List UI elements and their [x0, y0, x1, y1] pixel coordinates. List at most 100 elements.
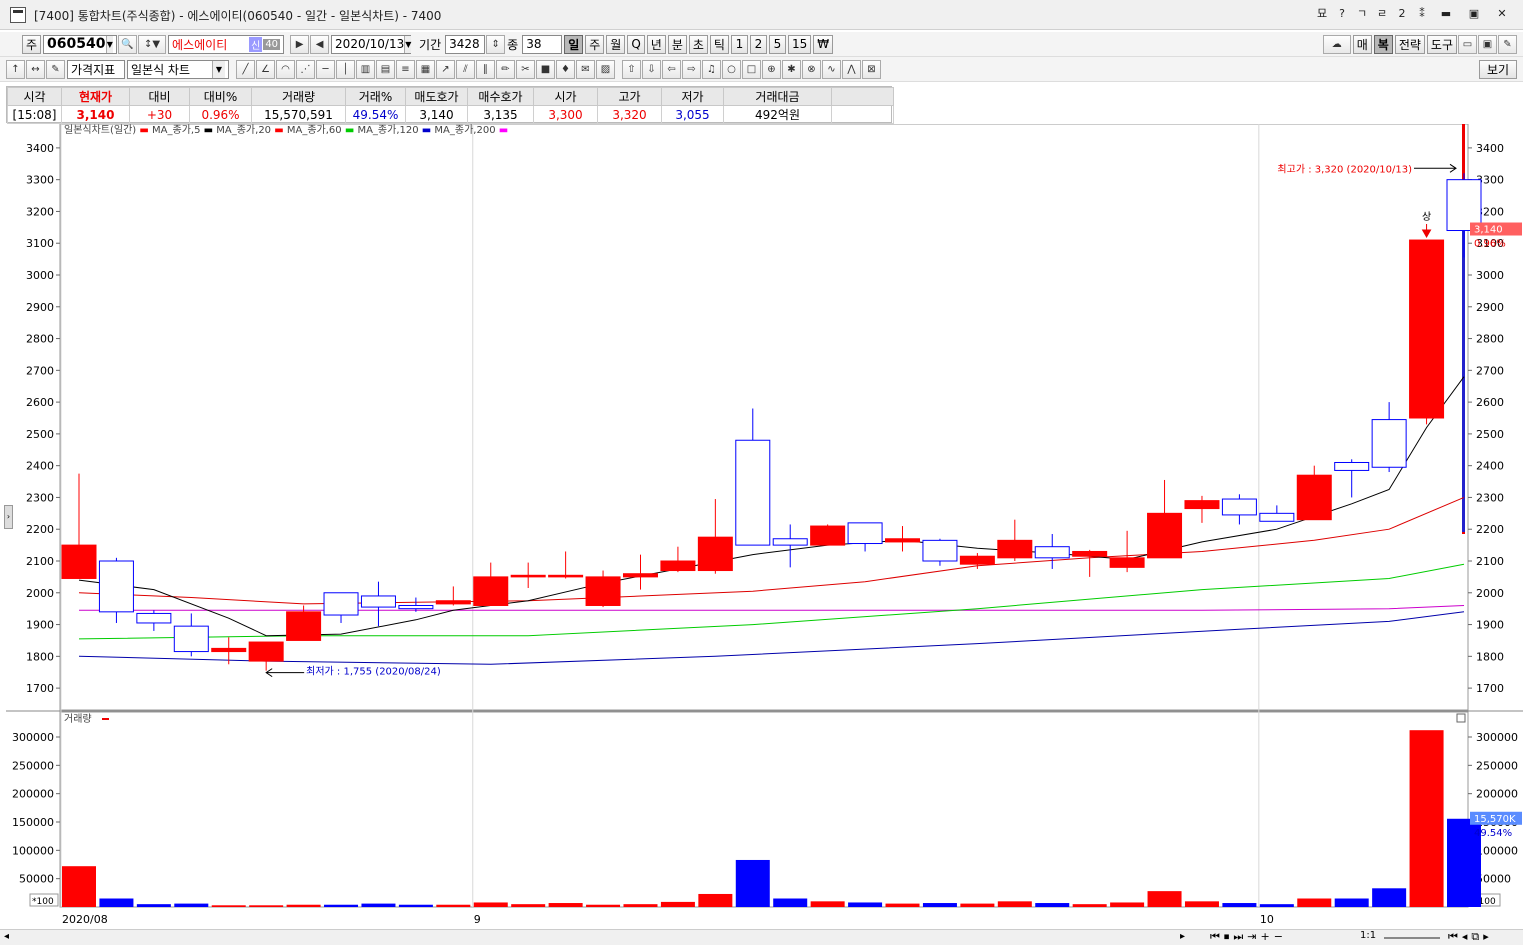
screen-icon[interactable]: ㄹ — [1375, 6, 1389, 22]
target-tool-icon[interactable]: ⊗ — [802, 59, 821, 79]
currency-button[interactable]: ₩ — [813, 34, 834, 54]
help-icon[interactable]: ? — [1335, 6, 1349, 22]
link-icon[interactable]: ㄱ — [1355, 6, 1369, 22]
candle-body[interactable] — [323, 592, 359, 616]
grid-tool-icon[interactable]: ▥ — [356, 59, 375, 79]
volume-bar[interactable] — [735, 859, 770, 907]
color-tool-icon[interactable]: ■ — [536, 59, 555, 79]
period-day-button[interactable]: 일 — [564, 34, 584, 54]
volume-bar[interactable] — [848, 902, 883, 907]
candle-body[interactable] — [885, 538, 921, 543]
wave-tool-icon[interactable]: ∿ — [822, 59, 841, 79]
volume-bar[interactable] — [1035, 903, 1070, 907]
end-controls[interactable]: ⏮◂⧉▸ — [1448, 930, 1493, 944]
music-icon[interactable]: ♫ — [702, 59, 721, 79]
trend-tool-icon[interactable]: ↗ — [436, 59, 455, 79]
candle-body[interactable] — [98, 560, 134, 613]
hline-tool-icon[interactable]: ─ — [316, 59, 335, 79]
volume-bar[interactable] — [1297, 898, 1332, 908]
candle-body[interactable] — [473, 576, 509, 606]
period-tick-button[interactable]: 틱 — [709, 34, 729, 54]
strategy-button[interactable]: 전략 — [1394, 34, 1425, 54]
candle-body[interactable] — [660, 560, 696, 572]
play-left-icon[interactable]: ◀ — [310, 34, 330, 54]
candle-body[interactable] — [959, 555, 995, 565]
volume-bar[interactable] — [698, 893, 733, 907]
stock-name-field[interactable]: 에스에이티 신 40 — [168, 34, 285, 54]
volume-bar[interactable] — [1372, 888, 1407, 907]
period-input[interactable]: 3428 — [445, 34, 486, 54]
buy-button[interactable]: 매 — [1352, 34, 1372, 54]
candle-body[interactable] — [435, 600, 471, 605]
folder-icon[interactable]: ▭ — [1458, 34, 1477, 54]
period-2-button[interactable]: 2 — [749, 34, 767, 54]
table-tool-icon[interactable]: ▤ — [376, 59, 395, 79]
volume-bar[interactable] — [473, 902, 508, 907]
candle-body[interactable] — [1409, 239, 1445, 419]
brush-tool-icon[interactable]: ♦ — [556, 59, 575, 79]
volume-bar[interactable] — [174, 903, 209, 907]
volume-bar[interactable] — [548, 903, 583, 907]
period-minute-button[interactable]: 분 — [667, 34, 687, 54]
candle-body[interactable] — [61, 544, 97, 579]
arrow-right-icon[interactable]: ⇨ — [682, 59, 701, 79]
period-1-button[interactable]: 1 — [730, 34, 748, 54]
scroll-left-icon[interactable]: ◂ — [4, 931, 9, 942]
candle-body[interactable] — [997, 539, 1033, 559]
candle-body[interactable] — [136, 612, 172, 624]
eraser-tool-icon[interactable]: ✂ — [516, 59, 535, 79]
volume-bar[interactable] — [586, 904, 621, 907]
candle-body[interactable] — [1072, 550, 1108, 557]
play-right-icon[interactable]: ▶ — [290, 34, 310, 54]
settings-icon[interactable]: ⁑ — [1415, 6, 1429, 22]
save-icon[interactable]: ▣ — [1478, 34, 1497, 54]
candle-body[interactable] — [810, 525, 846, 546]
fibo-tool-icon[interactable]: ≡ — [396, 59, 415, 79]
maximize-icon[interactable]: ▣ — [1463, 6, 1485, 22]
date-input[interactable]: 2020/10/13 ▼ — [331, 34, 412, 54]
volume-bar[interactable] — [1072, 904, 1107, 907]
volume-bar[interactable] — [922, 903, 957, 907]
volume-bar[interactable] — [1334, 898, 1369, 908]
count-input[interactable]: 38 — [522, 34, 563, 54]
number-icon[interactable]: 2 — [1395, 6, 1409, 22]
candle-body[interactable] — [772, 538, 808, 546]
candle-body[interactable] — [922, 539, 958, 562]
volume-bar[interactable] — [99, 898, 134, 908]
candle-body[interactable] — [286, 611, 322, 641]
zoom-ratio-icon[interactable]: 1:1 — [1360, 930, 1376, 941]
scroll-right-icon[interactable]: ▸ — [1180, 931, 1185, 942]
mountain-tool-icon[interactable]: ⋀ — [842, 59, 861, 79]
volume-bar[interactable] — [398, 904, 433, 907]
volume-bar[interactable] — [1259, 904, 1294, 907]
volume-bar[interactable] — [286, 904, 321, 907]
indicator-select[interactable]: 가격지표 — [67, 59, 125, 79]
candlestick-chart[interactable]: 2020/08 9 10 1700 1700 1800 1800 1900 1900 2000 20… — [6, 124, 1523, 930]
candle-body[interactable] — [1371, 419, 1407, 468]
volume-bar[interactable] — [1409, 730, 1444, 907]
volume-bar[interactable] — [960, 903, 995, 907]
candle-body[interactable] — [1259, 512, 1295, 522]
volume-bar[interactable] — [1222, 903, 1257, 907]
arrow-up-icon[interactable]: ⇧ — [622, 59, 641, 79]
volume-bar[interactable] — [62, 866, 96, 907]
note-tool-icon[interactable]: ✉ — [576, 59, 595, 79]
volume-bar[interactable] — [810, 901, 845, 907]
candle-body[interactable] — [510, 574, 546, 578]
angle-tool-icon[interactable]: ∠ — [256, 59, 275, 79]
sort-icon[interactable]: ↕▼ — [138, 34, 167, 54]
code-type-button[interactable]: 주 — [22, 34, 42, 54]
volume-bar[interactable] — [211, 905, 246, 907]
channel-tool-icon[interactable]: ⫽ — [456, 59, 475, 79]
wrench-icon[interactable]: ✎ — [1498, 34, 1517, 54]
edit-icon[interactable]: ✎ — [46, 59, 65, 79]
fan-tool-icon[interactable]: ⋰ — [296, 59, 315, 79]
candle-body[interactable] — [360, 595, 396, 608]
horizontal-arrow-icon[interactable]: ↔ — [26, 59, 45, 79]
line-tool-icon[interactable]: ╱ — [236, 59, 255, 79]
cloud-icon[interactable]: ☁ — [1322, 34, 1351, 54]
chevron-down-icon[interactable]: ▼ — [212, 60, 225, 78]
zoom-slider[interactable] — [1384, 937, 1440, 939]
vline-tool-icon[interactable]: │ — [336, 59, 355, 79]
candle-body[interactable] — [1034, 546, 1070, 559]
